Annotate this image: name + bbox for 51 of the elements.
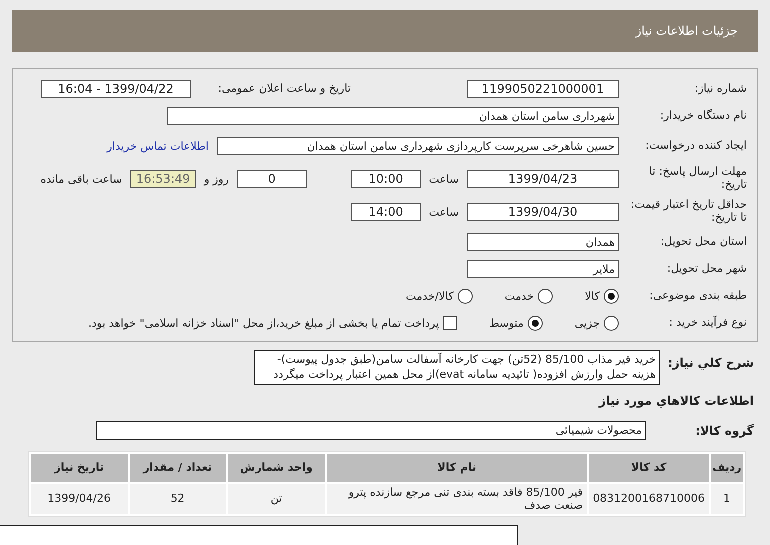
- days-label: روز و: [204, 172, 230, 186]
- deadline-date-field: 1399/04/23: [467, 170, 619, 188]
- validity-date-field: 1399/04/30: [467, 203, 619, 221]
- field-label: نام دستگاه خریدار:: [659, 110, 747, 122]
- column-header: کد کالا: [589, 454, 710, 482]
- remaining-time-field: 16:53:49: [130, 170, 196, 188]
- table-cell: 52: [130, 484, 226, 514]
- section-heading: اطلاعات کالاهاي مورد نياز: [599, 394, 754, 408]
- table-cell: قیر 85/100 فاقد بسته بندی تنی مرجع سازنده پترو صنعت صدف: [327, 484, 588, 514]
- column-header: ردیف: [711, 454, 743, 482]
- description-box: خرید قیر مذاب 85/100 (52تن) جهت کارخانه آسفالت سامن(طبق جدول پیوست)-هزینه حمل وارزش افزوده( تائیدیه سامانه evat)از محل همین اعتبار پرداخت میگردد: [254, 350, 660, 385]
- table-cell: تن: [228, 484, 326, 514]
- field-label: شهر محل تحویل:: [666, 262, 747, 276]
- need-number-field: 1199050221000001: [467, 80, 619, 98]
- field-label: استان محل تحویل:: [660, 236, 747, 248]
- radio-label: جزیی: [574, 316, 600, 330]
- radio-label: خدمت: [504, 290, 534, 302]
- table-cell: 1399/04/26: [31, 484, 128, 514]
- page-title: جزئیات اطلاعات نیاز: [636, 24, 738, 38]
- field-label: مهلت ارسال پاسخ: تا تاریخ:: [648, 166, 747, 192]
- buyer-field: شهرداری سامن استان همدان: [167, 107, 619, 125]
- description-label: شرح کلي نياز:: [668, 356, 754, 370]
- deadline-time-field: 10:00: [351, 170, 422, 188]
- radio-label: کالا: [585, 290, 600, 302]
- column-header: تاریخ نیاز: [31, 454, 128, 482]
- time-label: ساعت: [429, 172, 459, 186]
- field-label: حداقل تاریخ اعتبار قیمت: تا تاریخ:: [630, 199, 747, 225]
- validity-time-field: 14:00: [351, 203, 422, 221]
- field-label: شماره نیاز:: [694, 82, 747, 96]
- field-label: نوع فرآیند خرید :: [668, 316, 747, 330]
- field-label: تاریخ و ساعت اعلان عمومی:: [217, 82, 351, 96]
- radio-label: کالا/خدمت: [406, 290, 454, 302]
- buyer-contact-link[interactable]: اطلاعات تماس خریدار: [107, 140, 209, 152]
- column-header: واحد شمارش: [228, 454, 326, 482]
- city-field: ملایر: [467, 260, 619, 278]
- field-label: ایجاد کننده درخواست:: [644, 140, 747, 152]
- table-cell: 1: [711, 484, 743, 514]
- province-field: همدان: [467, 233, 619, 251]
- goods-group-label: گروه کالا:: [694, 424, 754, 438]
- table-cell: 0831200168710006: [589, 484, 710, 514]
- radio-label: متوسط: [489, 316, 524, 330]
- goods-group-field: محصولات شیمیائی: [96, 421, 646, 440]
- remaining-label: ساعت باقی مانده: [40, 172, 122, 186]
- checkbox-label: پرداخت تمام یا بخشی از مبلغ خرید،از محل "اسناد خزانه اسلامی" خواهد بود.: [88, 316, 440, 330]
- column-header: نام کالا: [327, 454, 588, 482]
- announce-date-field: 1399/04/22 - 16:04: [41, 80, 191, 98]
- field-label: طبقه بندی موضوعی:: [648, 290, 747, 302]
- time-label: ساعت: [429, 206, 459, 218]
- days-field: 0: [237, 170, 308, 188]
- creator-field: حسین شاهرخی سرپرست کارپردازی شهرداری سامن استان همدان: [217, 137, 619, 155]
- column-header: تعداد / مقدار: [130, 454, 226, 482]
